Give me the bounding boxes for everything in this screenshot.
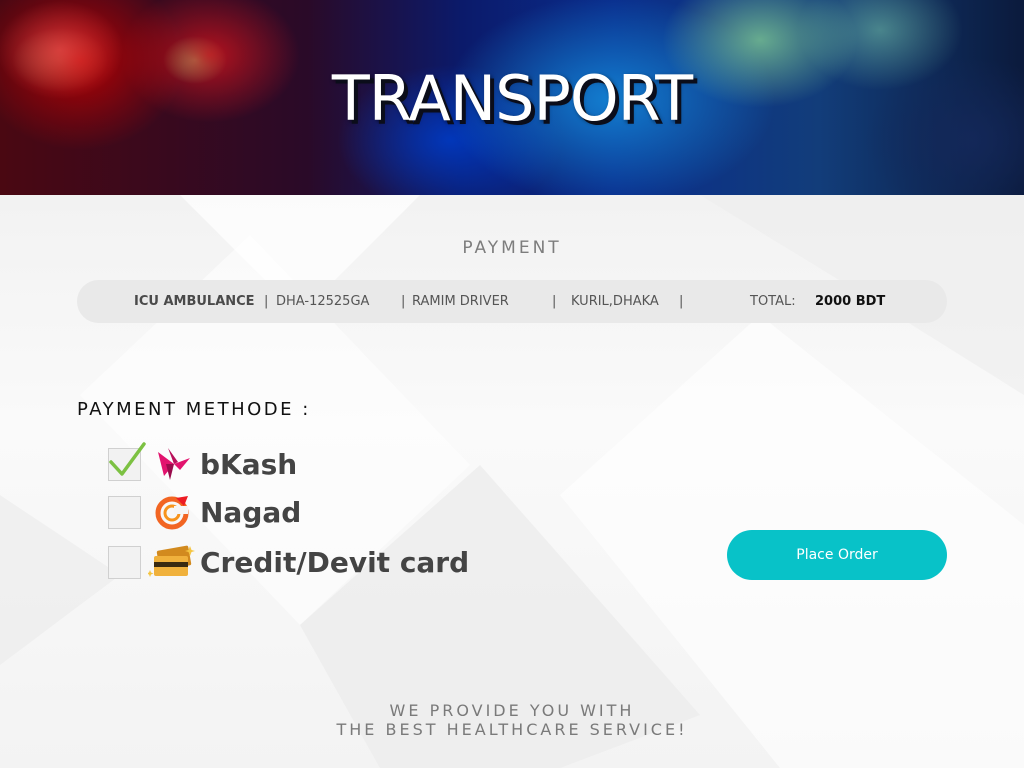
order-summary-bar: ICU AMBULANCE | DHA-12525GA | RAMIM DRIV… — [77, 280, 947, 323]
nagad-label: Nagad — [200, 496, 302, 529]
hero-banner: TRANSPORT — [0, 0, 1024, 195]
place-order-button[interactable]: Place Order — [727, 530, 947, 580]
separator: | — [679, 294, 684, 309]
tagline-line2: THE BEST HEALTHCARE SERVICE! — [336, 720, 688, 739]
card-checkbox[interactable] — [108, 546, 141, 579]
driver-name: RAMIM DRIVER — [412, 294, 509, 309]
card-label: Credit/Devit card — [200, 546, 470, 579]
total-amount: 2000 BDT — [815, 294, 886, 309]
separator: | — [264, 294, 269, 309]
separator: | — [552, 294, 557, 309]
nagad-logo-icon — [155, 496, 189, 530]
separator: | — [401, 294, 406, 309]
payment-title: PAYMENT — [462, 238, 562, 258]
checkmark-icon — [109, 442, 146, 476]
payment-section: PAYMENT ICU AMBULANCE | DHA-12525GA | RA… — [0, 195, 1024, 768]
vehicle-plate: DHA-12525GA — [276, 294, 370, 309]
nagad-checkbox[interactable] — [108, 496, 141, 529]
footer-tagline: WE PROVIDE YOU WITH THE BEST HEALTHCARE … — [0, 701, 1024, 739]
bkash-label: bKash — [200, 448, 298, 481]
pickup-location: KURIL,DHAKA — [571, 294, 659, 309]
vehicle-type: ICU AMBULANCE — [134, 294, 255, 309]
total-label: TOTAL: — [750, 294, 796, 309]
page-title: TRANSPORT — [331, 62, 693, 135]
payment-method-label: PAYMENT METHODE : — [77, 399, 311, 420]
tagline-line1: WE PROVIDE YOU WITH — [389, 701, 635, 720]
credit-card-icon — [148, 545, 195, 577]
bkash-bird-icon — [158, 448, 190, 480]
